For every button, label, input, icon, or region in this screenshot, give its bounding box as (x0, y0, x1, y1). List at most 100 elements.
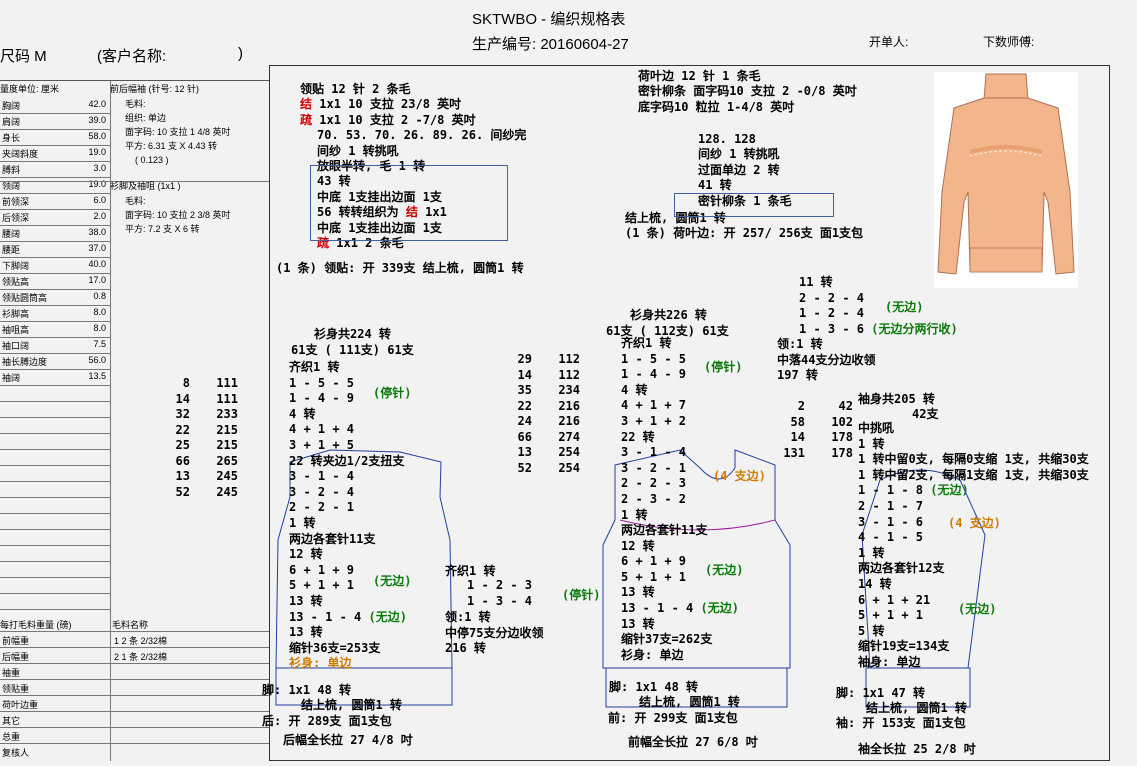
sleeve-step: 中挑吼 (858, 421, 895, 435)
sleeve-step: 2 - 1 - 7 (858, 498, 924, 513)
back-hem-finish: 结上梳, 圆筒1 转 (301, 698, 402, 712)
back-title: 衫身共224 转 (314, 327, 391, 341)
back-step: 衫身: 单边 (289, 656, 352, 671)
sleeve-nobind-note: (无边) (958, 602, 997, 616)
neck-count-row: 14 178 (765, 430, 853, 446)
neck-count-a: 2 (797, 399, 805, 413)
back-step: 缩针36支=253支 (289, 640, 381, 655)
mid-neck-line: 216 转 (445, 641, 486, 656)
front-step: 22 转 (621, 429, 655, 444)
front-nobind-note: (无边) (705, 563, 744, 577)
mid-count-row: 66 274 (516, 430, 580, 446)
back-step: 22 转夹边1/2支扭支 (289, 453, 405, 468)
back-stop-note: (停针) (373, 386, 412, 400)
front-step: 3 + 1 + 2 (621, 413, 687, 428)
mid-count-b: 216 (558, 414, 580, 428)
front-step: 齐织1 转 (621, 336, 672, 350)
front-step: 两边各套针11支 (621, 523, 708, 537)
front-steps-lower: 两边各套针11支 12 转 6 + 1 + 9 5 + 1 + 1 13 转 1… (621, 523, 739, 663)
mid-count-b: 274 (558, 429, 580, 444)
neck-step: 2 - 2 - 4 (799, 290, 865, 305)
back-step: 1 转 (289, 515, 316, 530)
neck-step: 11 转 (799, 275, 833, 289)
mid-neck-line: 中停75支分边收领 (445, 625, 544, 640)
front-steps: 齐织1 转 1 - 5 - 5 1 - 4 - 9 4 转 4 + 1 + 7 … (621, 336, 686, 523)
neck-count-b: 178 (831, 445, 853, 460)
front-step: 1 - 4 - 9 (621, 367, 687, 382)
back-length: 后幅全长拉 27 4/8 吋 (283, 733, 413, 747)
front-step: 2 - 2 - 3 (621, 476, 687, 491)
mid-count-row: 22 216 (516, 399, 580, 415)
mid-count-b: 234 (558, 383, 580, 397)
mid-count-a: 13 (517, 445, 532, 459)
front-neck-steps: 11 转 2 - 2 - 4 1 - 2 - 4 1 - 3 - 6 (无边分两… (799, 275, 958, 337)
sleeve-step: 4 - 1 - 5 (858, 530, 924, 545)
back-step: 13 转 (289, 625, 323, 640)
back-step: 2 - 2 - 1 (289, 500, 355, 515)
mid-count-row: 29 112 (516, 352, 580, 368)
front-step: 缩针37支=262支 (621, 632, 713, 647)
sleeve-length: 袖全长拉 25 2/8 吋 (858, 742, 976, 756)
mid-count-a: 52 (517, 460, 532, 475)
front-edge-note: (4 支边) (713, 469, 766, 483)
neck-count-b: 178 (831, 430, 853, 444)
back-steps: 齐织1 转 1 - 5 - 5 1 - 4 - 9 4 转 4 + 1 + 4 … (289, 360, 407, 672)
mid-count-a: 35 (517, 383, 532, 397)
mid-count-b: 254 (558, 460, 580, 475)
sleeve-step: 1 转 (858, 545, 885, 560)
neck-count-b: 42 (838, 399, 853, 413)
mid-count-a: 29 (517, 352, 532, 366)
back-step: 3 + 1 + 5 (289, 437, 355, 452)
mid-count-a: 24 (517, 414, 532, 428)
mid-step: 1 - 3 - 4 (467, 593, 533, 608)
mid-count-row: 24 216 (516, 414, 580, 430)
neck-step: 1 - 3 - 6 (无边分两行收) (799, 321, 958, 336)
back-cast-on: 后: 开 289支 面1支包 (262, 714, 392, 728)
sleeve-step: 5 转 (858, 623, 885, 638)
neck-nobind-note: (无边) (885, 300, 924, 314)
neck-count-row: 2 42 (765, 399, 853, 415)
front-step: 1 - 5 - 5 (621, 351, 687, 366)
front-step: 4 转 (621, 382, 648, 397)
mid-count-row: 52 254 (516, 461, 580, 477)
back-step: 4 转 (289, 406, 316, 421)
mid-count-b: 216 (558, 398, 580, 413)
front-neck-notes: 领:1 转 中落44支分边收领 197 转 (777, 337, 875, 384)
mid-steps: 1 - 2 - 3 1 - 3 - 4 (467, 578, 532, 609)
sleeve-step: 1 转中留2支, 每隔1支缩 1支, 共缩30支 (858, 467, 1089, 482)
back-step: 13 - 1 - 4 (无边) (289, 609, 407, 624)
front-cast-on: 前: 开 299支 面1支包 (608, 711, 738, 725)
sleeve-step: 袖身: 单边 (858, 654, 921, 669)
mid-neck: 领:1 转 中停75支分边收领 216 转 (445, 610, 543, 657)
sleeve-42: 42支 (912, 407, 939, 421)
neck-count-table: 2 42 58 102 14 178 131 178 (765, 399, 853, 461)
mid-step: 1 - 2 - 3 (467, 578, 533, 592)
mid-count-a: 22 (517, 398, 532, 413)
sleeve-edge-note: (4 支边) (948, 516, 1001, 530)
mid-count-b: 112 (558, 352, 580, 366)
sleeve-steps: 中挑吼 1 转 1 转中留0支, 每隔0支缩 1支, 共缩30支 1 转中留2支… (858, 421, 1089, 671)
mid-q: 齐织1 转 (445, 564, 496, 578)
back-step: 齐织1 转 (289, 360, 340, 374)
front-step: 3 - 2 - 1 (621, 460, 687, 475)
back-step: 13 转 (289, 593, 323, 608)
mid-count-b: 112 (558, 367, 580, 382)
neck-count-row: 58 102 (765, 415, 853, 431)
sleeve-cast-on: 袖: 开 153支 面1支包 (836, 716, 966, 730)
front-step: 4 + 1 + 7 (621, 398, 687, 413)
sleeve-step: 两边各套针12支 (858, 561, 945, 576)
neck-count-a: 14 (790, 430, 805, 444)
mid-count-table: 29 112 14 112 35 234 22 216 24 216 66 274 13 254 52 254 (516, 352, 580, 476)
neck-note: 领:1 转 (777, 337, 823, 351)
back-step: 3 - 2 - 4 (289, 484, 355, 499)
neck-note: 197 转 (777, 368, 818, 383)
front-hem-finish: 结上梳, 圆筒1 转 (639, 695, 740, 709)
front-step: 13 转 (621, 585, 655, 600)
front-step: 13 - 1 - 4 (无边) (621, 600, 739, 615)
mid-count-a: 14 (517, 367, 532, 382)
mid-count-row: 14 112 (516, 368, 580, 384)
back-step: 12 转 (289, 547, 323, 562)
front-step: 3 - 1 - 4 (621, 445, 687, 460)
neck-step: 1 - 2 - 4 (799, 306, 865, 321)
front-step: 1 转 (621, 507, 648, 522)
